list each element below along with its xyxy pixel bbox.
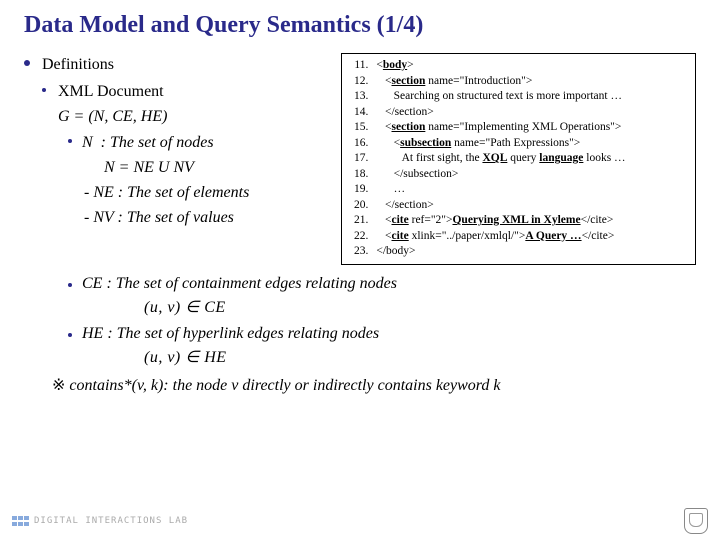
contains-prefix: ※	[52, 377, 69, 394]
slide-title: Data Model and Query Semantics (1/4)	[24, 12, 696, 39]
grid-icon	[12, 516, 30, 526]
g-definition: G = (N, CE, HE)	[58, 105, 331, 128]
code-body: <body> <section name="Introduction"> Sea…	[372, 58, 689, 260]
n-desc: : The set of nodes	[101, 134, 214, 151]
crest-icon	[684, 508, 708, 534]
he-label: HE	[82, 325, 103, 342]
ce-formula: (u, v) ∈ CE	[144, 297, 696, 317]
bullet-xml-document: XML Document	[42, 80, 331, 103]
nv-line: - NV : The set of values	[84, 206, 331, 229]
n-label: N	[82, 134, 93, 151]
contains-rest: : the node v directly or indirectly cont…	[163, 377, 500, 394]
below-section: CE : The set of containment edges relati…	[24, 275, 696, 395]
ce-desc: : The set of containment edges relating …	[106, 275, 396, 292]
footer-lab-text: DIGITAL INTERACTIONS LAB	[34, 516, 188, 526]
ne-line: - NE : The set of elements	[84, 181, 331, 204]
contains-body: contains*(v, k)	[69, 377, 163, 394]
ce-label: CE	[82, 275, 102, 292]
he-formula: (u, v) ∈ HE	[144, 347, 696, 367]
line-numbers: 11.12.13.14.15.16.17.18.19.20.21.22.23.	[342, 58, 372, 260]
bullet-ce: CE : The set of containment edges relati…	[68, 275, 696, 293]
n-equation: N = NE U NV	[104, 156, 331, 179]
footer: DIGITAL INTERACTIONS LAB	[12, 508, 708, 534]
code-box: 11.12.13.14.15.16.17.18.19.20.21.22.23. …	[341, 53, 696, 265]
bullet-definitions: Definitions	[24, 53, 331, 76]
left-column: Definitions XML Document G = (N, CE, HE)…	[24, 53, 331, 231]
contains-line: ※ contains*(v, k): the node v directly o…	[52, 375, 696, 395]
he-desc: : The set of hyperlink edges relating no…	[107, 325, 379, 342]
footer-left: DIGITAL INTERACTIONS LAB	[12, 516, 188, 526]
bullet-n: N : The set of nodes	[68, 131, 331, 154]
bullet-he: HE : The set of hyperlink edges relating…	[68, 325, 696, 343]
